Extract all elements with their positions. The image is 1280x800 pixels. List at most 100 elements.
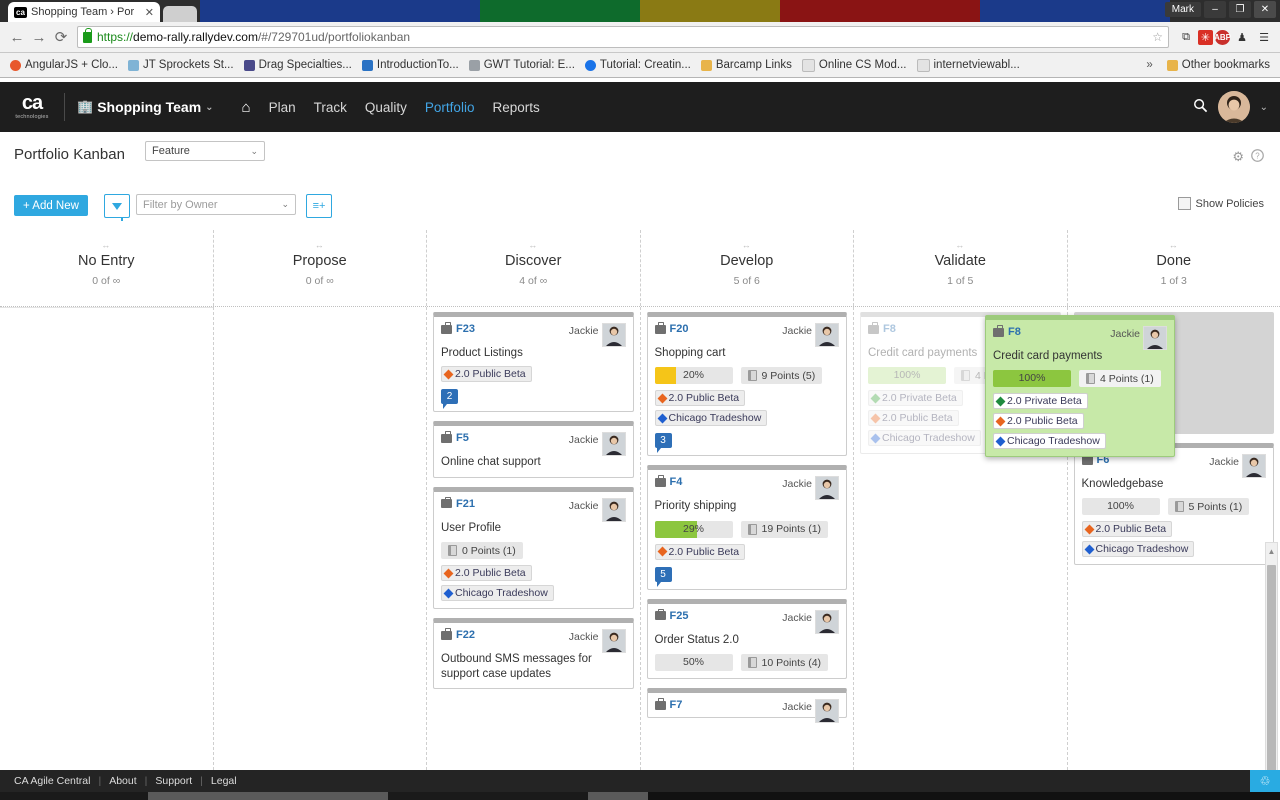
card-id[interactable]: F23: [441, 322, 475, 335]
bookmark-item[interactable]: GWT Tutorial: E...: [465, 58, 579, 72]
points-badge[interactable]: 10 Points (4): [740, 654, 829, 672]
bookmarks-overflow-icon[interactable]: »: [1138, 59, 1160, 71]
gear-icon[interactable]: ⚙: [1232, 149, 1244, 165]
chevron-down-icon[interactable]: ⌄: [205, 102, 213, 113]
column-body-develop[interactable]: F20 Jackie Shopping cart 20% 9 Points (5…: [639, 307, 854, 770]
card-id[interactable]: F4: [654, 475, 682, 488]
checkbox-icon[interactable]: [1177, 197, 1191, 210]
nav-item-portfolio[interactable]: Portfolio: [425, 100, 475, 115]
bookmark-item[interactable]: Drag Specialties...: [240, 58, 356, 72]
avatar[interactable]: [1217, 91, 1250, 123]
footer-link-about[interactable]: About: [109, 775, 136, 787]
show-policies-toggle[interactable]: Show Policies: [1177, 197, 1264, 210]
tag[interactable]: 2.0 Public Beta: [1081, 521, 1173, 538]
tag[interactable]: Chicago Tradeshow: [654, 410, 768, 427]
tag[interactable]: 2.0 Public Beta: [654, 543, 746, 560]
tag[interactable]: 2.0 Public Beta: [441, 366, 532, 383]
nav-item-quality[interactable]: Quality: [365, 100, 407, 115]
collapse-arrows-icon[interactable]: ↔: [1068, 230, 1280, 250]
discussion-count-badge[interactable]: 2: [441, 389, 458, 410]
board-scrollbar[interactable]: ▲ ▼: [1265, 542, 1278, 800]
adblock-icon[interactable]: ABP: [1214, 29, 1231, 45]
card-id[interactable]: F20: [654, 322, 688, 335]
card-id[interactable]: F8: [993, 325, 1021, 338]
collapse-arrows-icon[interactable]: ↔: [641, 230, 854, 250]
card-f20[interactable]: F20 Jackie Shopping cart 20% 9 Points (5…: [646, 312, 847, 457]
extension-icon-1[interactable]: ✳: [1198, 29, 1213, 45]
ca-logo[interactable]: ca technologies: [12, 93, 52, 121]
portfolio-type-select[interactable]: Feature ⌄: [145, 141, 265, 161]
reload-icon[interactable]: ⟳: [50, 26, 72, 48]
window-close-icon[interactable]: ✕: [1254, 1, 1276, 18]
close-icon[interactable]: ✕: [145, 6, 154, 19]
points-badge[interactable]: 0 Points (1): [441, 542, 523, 560]
nav-item-reports[interactable]: Reports: [492, 100, 539, 115]
card-f23[interactable]: F23 Jackie Product Listings 2.0 Public B…: [433, 312, 634, 413]
bookmark-item[interactable]: Tutorial: Creatin...: [581, 58, 695, 72]
discussion-count-badge[interactable]: 3: [654, 433, 672, 454]
column-body-discover[interactable]: F23 Jackie Product Listings 2.0 Public B…: [426, 307, 640, 770]
bookmark-item[interactable]: JT Sprockets St...: [124, 58, 238, 72]
card-id[interactable]: F21: [441, 496, 475, 510]
column-settings-button[interactable]: ≡+: [306, 194, 332, 218]
search-icon[interactable]: [1193, 98, 1208, 117]
points-badge[interactable]: 19 Points (1): [740, 520, 829, 538]
card-f8-dragging[interactable]: F8 Jackie Credit card payments 100% 4 Po…: [985, 315, 1175, 458]
scroll-up-icon[interactable]: ▲: [1266, 544, 1277, 558]
bookmark-star-icon[interactable]: ☆: [1152, 30, 1163, 44]
system-tray-icon[interactable]: ♲: [1250, 770, 1280, 792]
points-badge[interactable]: 5 Points (1): [1167, 498, 1250, 516]
card-f6[interactable]: F6 Jackie Knowledgebase 100% 5 Points (1…: [1073, 443, 1274, 566]
tag[interactable]: 2.0 Public Beta: [654, 390, 746, 407]
card-f21[interactable]: F21 Jackie User Profile 0 Points (1) 2.0…: [433, 486, 634, 610]
bookmark-item[interactable]: AngularJS + Clo...: [6, 58, 122, 72]
card-f5[interactable]: F5 Jackie Online chat support: [433, 421, 634, 478]
tag[interactable]: Chicago Tradeshow: [993, 433, 1106, 450]
card-f22[interactable]: F22 Jackie Outbound SMS messages for sup…: [433, 618, 634, 689]
collapse-arrows-icon[interactable]: ↔: [214, 230, 427, 250]
card-id[interactable]: F25: [654, 608, 688, 622]
back-icon[interactable]: ←: [6, 26, 28, 48]
cast-icon[interactable]: ⧉: [1176, 27, 1196, 47]
card-f4[interactable]: F4 Jackie Priority shipping 29% 19 Point…: [646, 465, 847, 590]
bookmark-item[interactable]: internetviewabl...: [913, 58, 1024, 73]
card-id[interactable]: F22: [441, 628, 475, 641]
chevron-down-icon[interactable]: ⌄: [1260, 102, 1268, 113]
nav-item-plan[interactable]: Plan: [269, 100, 296, 115]
address-bar[interactable]: https://demo-rally.rallydev.com/#/729701…: [77, 26, 1169, 48]
collapse-arrows-icon[interactable]: ↔: [854, 230, 1067, 250]
card-id[interactable]: F5: [441, 431, 469, 444]
card-id[interactable]: F7: [654, 698, 682, 711]
column-body-propose[interactable]: [212, 307, 427, 770]
new-tab-button[interactable]: [163, 6, 197, 22]
footer-link-support[interactable]: Support: [155, 775, 192, 787]
owner-filter-select[interactable]: Filter by Owner ⌄: [136, 194, 296, 215]
browser-menu-icon[interactable]: ☰: [1254, 27, 1274, 47]
tag[interactable]: 2.0 Public Beta: [993, 413, 1084, 430]
tag[interactable]: Chicago Tradeshow: [1081, 541, 1195, 558]
filter-button[interactable]: [104, 194, 130, 221]
bookmark-item[interactable]: Online CS Mod...: [798, 58, 911, 73]
discussion-count-badge[interactable]: 5: [654, 566, 672, 587]
other-bookmarks-folder[interactable]: Other bookmarks: [1163, 58, 1274, 72]
collapse-arrows-icon[interactable]: ↔: [427, 230, 640, 250]
nav-item-track[interactable]: Track: [314, 100, 347, 115]
home-icon[interactable]: ⌂: [242, 99, 251, 116]
tag[interactable]: 2.0 Private Beta: [993, 393, 1088, 410]
bookmark-item[interactable]: IntroductionTo...: [358, 58, 463, 72]
project-picker[interactable]: 🏢 Shopping Team ⌄: [77, 99, 214, 115]
tag[interactable]: 2.0 Public Beta: [441, 565, 532, 582]
extension-icon-3[interactable]: ♟: [1232, 27, 1252, 47]
card-f7[interactable]: F7 Jackie: [646, 688, 847, 724]
tag[interactable]: Chicago Tradeshow: [441, 585, 554, 602]
scrollbar-thumb[interactable]: [1267, 565, 1276, 800]
minimize-icon[interactable]: –: [1204, 1, 1226, 18]
bookmark-item[interactable]: Barcamp Links: [697, 58, 796, 72]
browser-tab[interactable]: ca Shopping Team › Por ✕: [8, 2, 160, 22]
window-user-label[interactable]: Mark: [1164, 2, 1201, 17]
card-f25[interactable]: F25 Jackie Order Status 2.0 50% 10 Point…: [646, 598, 847, 680]
forward-icon[interactable]: →: [28, 26, 50, 48]
points-badge[interactable]: 9 Points (5): [740, 367, 823, 385]
column-body-no-entry[interactable]: [0, 307, 213, 770]
help-icon[interactable]: ?: [1251, 149, 1264, 165]
